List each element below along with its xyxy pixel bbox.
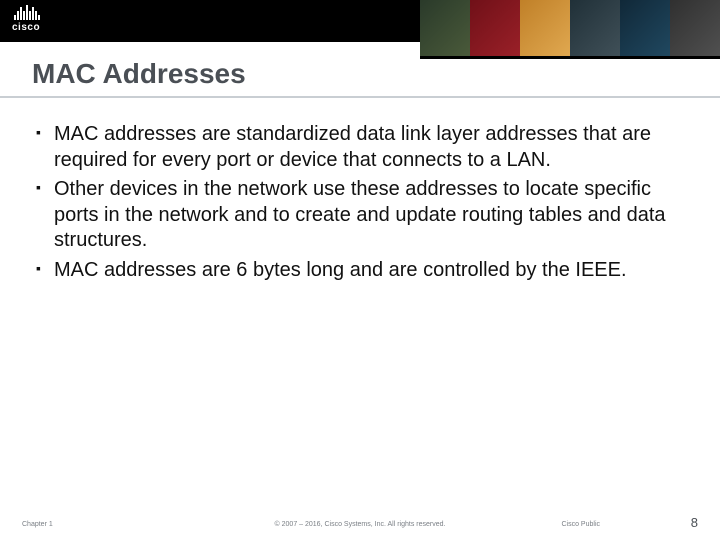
footer-classification: Cisco Public — [561, 521, 600, 528]
list-item: MAC addresses are standardized data link… — [36, 122, 684, 173]
slide-body: MAC addresses are standardized data link… — [36, 122, 684, 288]
cisco-logo: cisco — [12, 4, 40, 33]
list-item: Other devices in the network use these a… — [36, 177, 684, 254]
header-people-underline — [420, 56, 720, 59]
logo-bars-icon — [12, 4, 40, 20]
page-number: 8 — [691, 515, 698, 530]
list-item: MAC addresses are 6 bytes long and are c… — [36, 258, 684, 284]
footer-copyright: © 2007 – 2016, Cisco Systems, Inc. All r… — [0, 521, 720, 528]
header-people-strip — [420, 0, 720, 56]
title-underline — [0, 96, 720, 98]
slide: cisco MAC Addresses MAC addresses are st… — [0, 0, 720, 540]
logo-brand-text: cisco — [12, 22, 40, 33]
slide-title: MAC Addresses — [32, 58, 246, 90]
bullet-list: MAC addresses are standardized data link… — [36, 122, 684, 284]
